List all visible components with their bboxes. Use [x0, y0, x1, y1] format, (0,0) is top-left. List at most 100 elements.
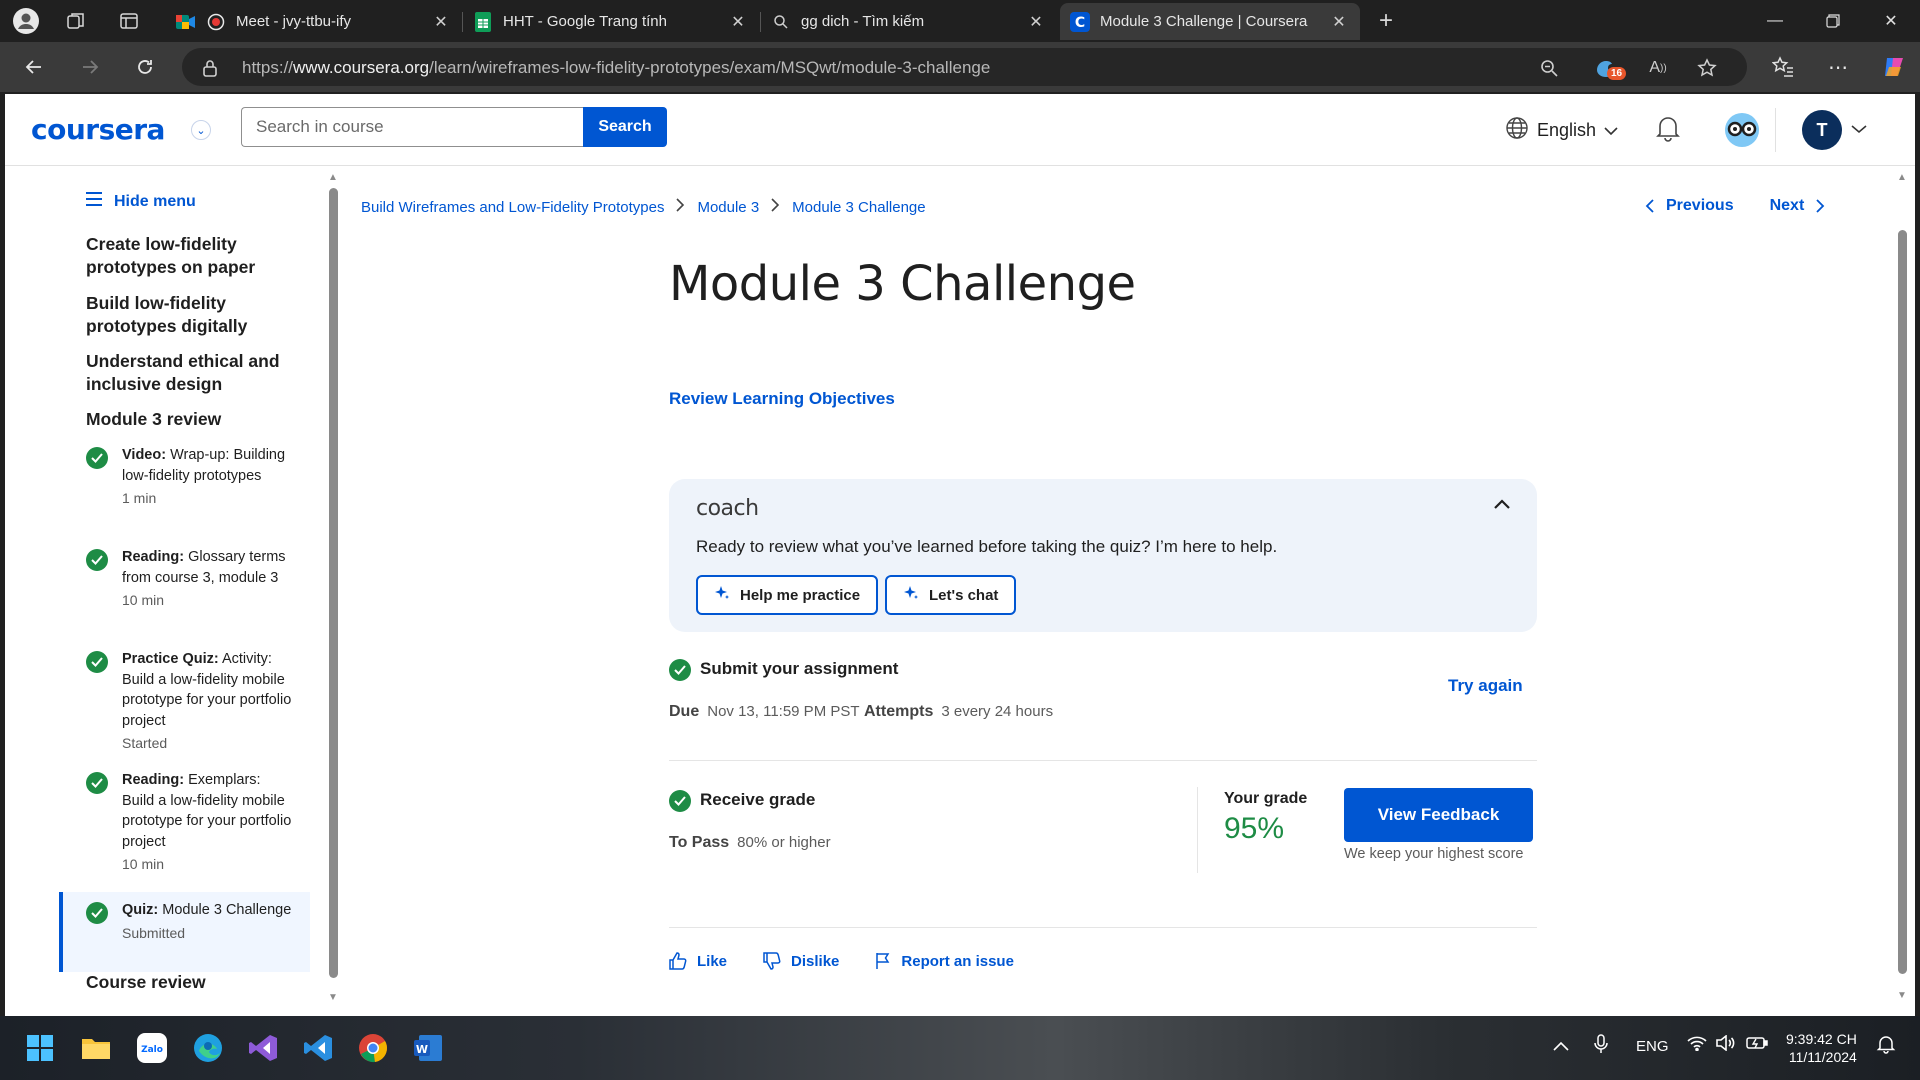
notifications-icon[interactable]	[1876, 1034, 1896, 1058]
browser-tab-bar: Meet - jvy-ttbu-ify ✕ HHT - Google Trang…	[0, 0, 1920, 42]
logo-dropdown-icon[interactable]: ⌄	[191, 120, 211, 140]
file-explorer-icon[interactable]	[78, 1030, 114, 1066]
minimize-icon[interactable]: —	[1752, 0, 1798, 42]
tab-sheets[interactable]: HHT - Google Trang tính ✕	[463, 3, 759, 40]
globe-icon	[1505, 116, 1529, 145]
tab-meet[interactable]: Meet - jvy-ttbu-ify ✕	[166, 3, 462, 40]
chevron-down-icon[interactable]	[1851, 121, 1867, 139]
wifi-icon[interactable]	[1687, 1035, 1707, 1055]
scroll-down-icon[interactable]: ▼	[328, 992, 338, 1003]
new-tab-icon[interactable]: +	[1370, 6, 1402, 36]
lock-icon[interactable]	[198, 56, 222, 80]
report-issue-button[interactable]: Report an issue	[875, 952, 1014, 970]
main-scrollbar[interactable]: ▲ ▼	[1895, 172, 1911, 1016]
copilot-icon[interactable]	[1876, 50, 1912, 84]
help-me-practice-button[interactable]: Help me practice	[696, 575, 879, 615]
tab-search[interactable]: gg dich - Tìm kiếm ✕	[761, 3, 1057, 40]
try-again-button[interactable]: Try again	[1448, 676, 1523, 696]
windows-start-icon[interactable]	[22, 1030, 58, 1066]
review-learning-objectives-link[interactable]: Review Learning Objectives	[669, 389, 895, 409]
sidebar-scrollbar[interactable]: ▲ ▼	[327, 172, 341, 1016]
battery-icon[interactable]	[1746, 1035, 1768, 1055]
sidebar-item[interactable]: Practice Quiz: Activity: Build a low-fid…	[86, 649, 296, 754]
vscode-icon[interactable]	[300, 1030, 336, 1066]
tab-close-icon[interactable]: ✕	[727, 12, 749, 32]
search-button[interactable]: Search	[583, 107, 667, 147]
attempts-label: Attempts	[864, 703, 934, 720]
read-aloud-icon[interactable]: A))	[1646, 56, 1670, 80]
user-avatar[interactable]: T	[1802, 110, 1842, 150]
flag-icon	[876, 953, 890, 969]
hide-menu-button[interactable]: Hide menu	[86, 192, 196, 211]
more-menu-icon[interactable]: ⋯	[1820, 50, 1856, 84]
breadcrumb-current[interactable]: Module 3 Challenge	[792, 199, 925, 216]
close-window-icon[interactable]: ✕	[1868, 0, 1914, 42]
favorites-icon[interactable]	[1765, 50, 1801, 84]
attempts-value: 3 every 24 hours	[941, 703, 1054, 720]
forward-icon[interactable]	[72, 50, 108, 84]
scroll-up-icon[interactable]: ▲	[1897, 172, 1907, 183]
sidebar-item[interactable]: Video: Wrap-up: Building low-fidelity pr…	[86, 445, 296, 509]
to-pass-value: 80% or higher	[737, 834, 831, 851]
url-bar[interactable]: https://www.coursera.org/learn/wireframe…	[182, 48, 1747, 86]
like-button[interactable]: Like	[669, 952, 727, 970]
header-divider	[1775, 108, 1776, 152]
breadcrumb-module[interactable]: Module 3	[697, 199, 759, 216]
notifications-bell-icon[interactable]	[1655, 114, 1681, 147]
dislike-button[interactable]: Dislike	[763, 952, 839, 970]
course-search-input[interactable]	[241, 107, 584, 147]
next-button[interactable]: Next	[1770, 197, 1826, 215]
zoom-icon[interactable]	[1537, 56, 1561, 80]
help-me-practice-label: Help me practice	[740, 586, 861, 604]
scrollbar-thumb[interactable]	[1898, 230, 1907, 974]
back-icon[interactable]	[16, 50, 52, 84]
input-language[interactable]: ENG	[1636, 1038, 1669, 1055]
sidebar-section[interactable]: Build low-fidelity prototypes digitally	[86, 292, 286, 338]
scroll-up-icon[interactable]: ▲	[328, 172, 338, 183]
zalo-icon[interactable]: Zalo	[134, 1030, 170, 1066]
tab-close-icon[interactable]: ✕	[1025, 12, 1047, 32]
tab-actions-icon[interactable]	[113, 6, 145, 36]
chevron-up-icon[interactable]	[1553, 1038, 1569, 1055]
edge-browser-icon[interactable]	[190, 1030, 226, 1066]
word-icon[interactable]: W	[410, 1030, 446, 1066]
sidebar-item-label: Practice Quiz: Activity: Build a low-fid…	[122, 649, 296, 731]
refresh-icon[interactable]	[127, 50, 163, 84]
sidebar-item[interactable]: Reading: Glossary terms from course 3, m…	[86, 547, 296, 611]
breadcrumb-course[interactable]: Build Wireframes and Low-Fidelity Protot…	[361, 199, 664, 216]
volume-icon[interactable]	[1716, 1034, 1736, 1055]
next-label: Next	[1769, 197, 1805, 214]
tab-coursera[interactable]: C Module 3 Challenge | Coursera ✕	[1060, 3, 1360, 40]
language-selector[interactable]: English	[1505, 116, 1618, 145]
profile-icon[interactable]	[10, 6, 42, 36]
recording-icon	[206, 12, 226, 32]
visual-studio-icon[interactable]	[245, 1030, 281, 1066]
sidebar-section[interactable]: Course review	[86, 971, 286, 994]
sidebar-item-active[interactable]: Quiz: Module 3 Challenge Submitted	[86, 892, 296, 943]
sidebar-section[interactable]: Module 3 review	[86, 408, 286, 431]
chevron-up-icon[interactable]	[1493, 497, 1511, 515]
microphone-icon[interactable]	[1594, 1034, 1608, 1058]
previous-button[interactable]: Previous	[1645, 197, 1734, 215]
system-clock[interactable]: 9:39:42 CH 11/11/2024	[1786, 1030, 1857, 1066]
tab-close-icon[interactable]: ✕	[430, 12, 452, 32]
favorite-star-icon[interactable]	[1695, 56, 1719, 80]
coursera-logo[interactable]: coursera	[31, 113, 165, 146]
chevron-down-icon	[1604, 120, 1618, 141]
sidebar-section[interactable]: Create low-fidelity prototypes on paper	[86, 233, 286, 279]
lets-chat-button[interactable]: Let's chat	[885, 575, 1017, 615]
sparkle-icon	[714, 585, 730, 605]
restore-icon[interactable]	[1810, 0, 1856, 42]
scroll-down-icon[interactable]: ▼	[1897, 990, 1907, 1001]
grade-value: 95%	[1224, 812, 1285, 845]
chrome-icon[interactable]	[355, 1030, 391, 1066]
item-type: Practice Quiz:	[122, 651, 219, 667]
url-text: https://www.coursera.org/learn/wireframe…	[242, 58, 990, 78]
view-feedback-button[interactable]: View Feedback	[1344, 788, 1533, 842]
sidebar-section[interactable]: Understand ethical and inclusive design	[86, 350, 286, 396]
scrollbar-thumb[interactable]	[329, 188, 338, 978]
coach-avatar-icon[interactable]	[1723, 111, 1761, 149]
tab-close-icon[interactable]: ✕	[1328, 12, 1350, 32]
sidebar-item[interactable]: Reading: Exemplars: Build a low-fidelity…	[86, 770, 296, 875]
workspaces-icon[interactable]	[60, 6, 92, 36]
